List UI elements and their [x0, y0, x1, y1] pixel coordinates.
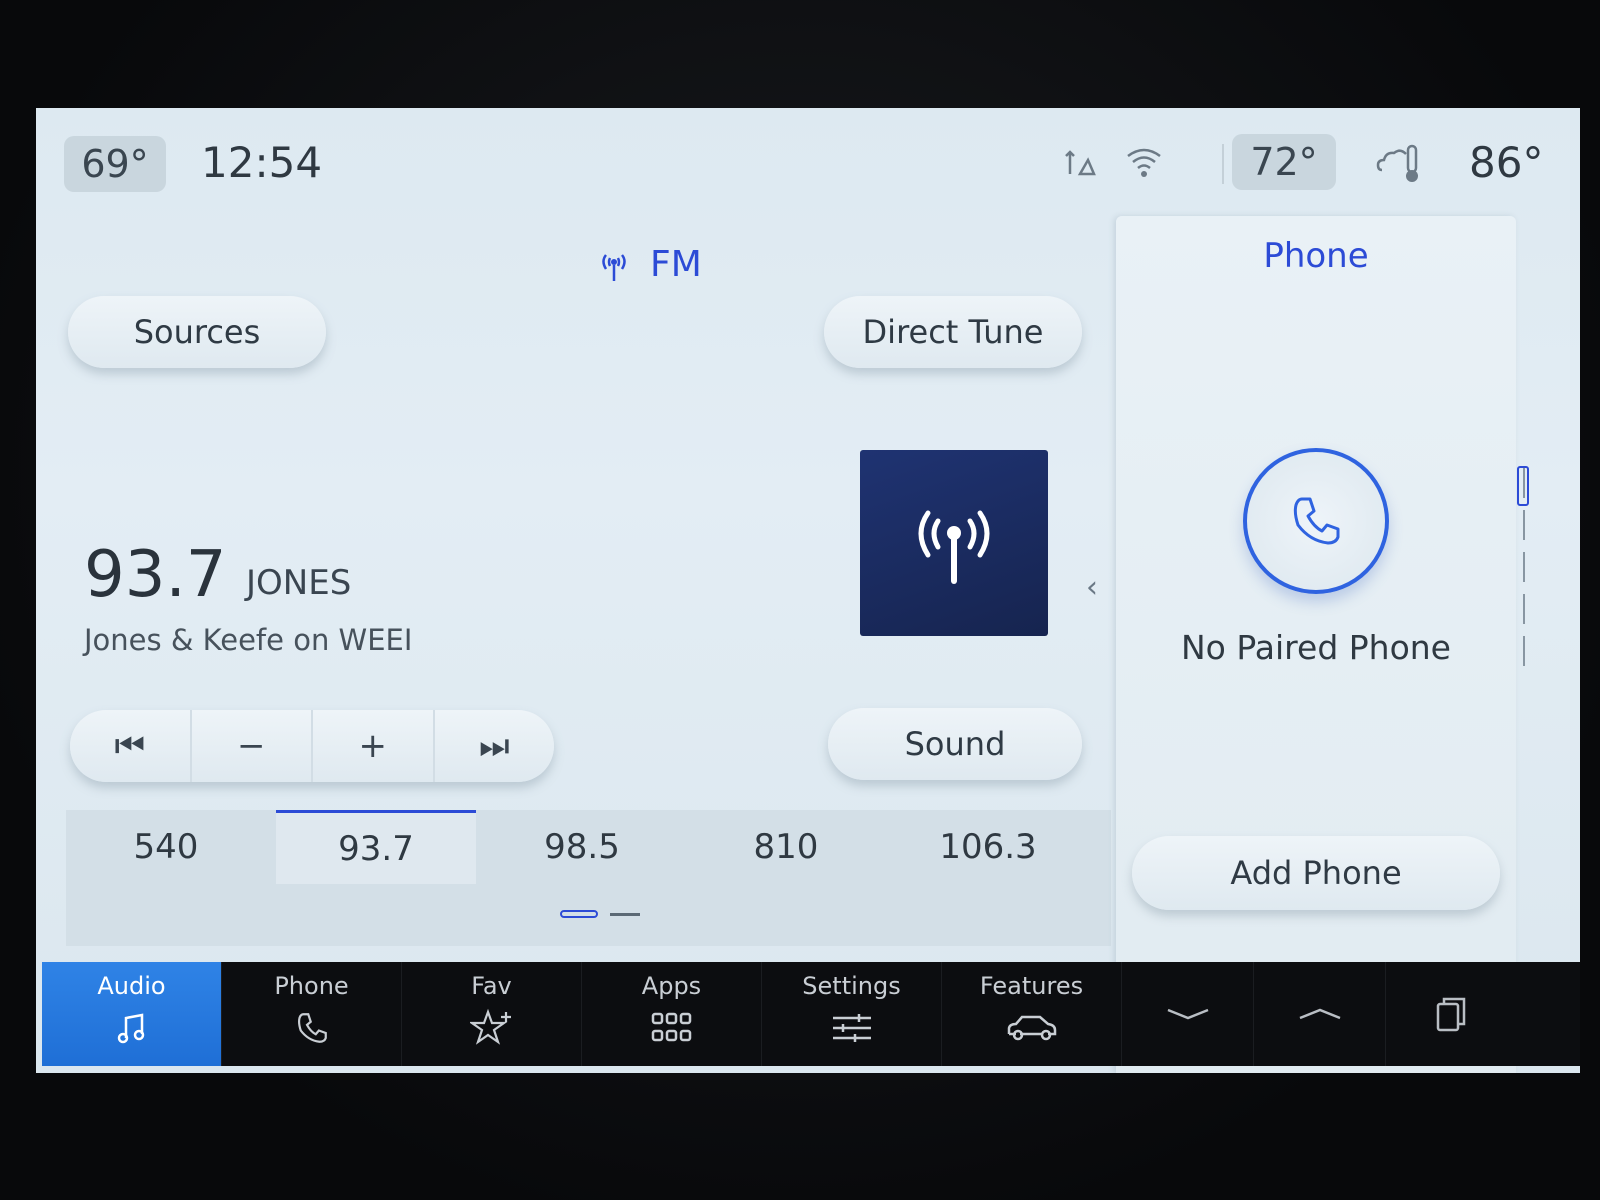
expand-panel-chevron-icon[interactable]: ‹	[1086, 570, 1098, 605]
grid-icon	[651, 1008, 693, 1048]
plus-icon: +	[358, 726, 388, 766]
preset-page-indicator[interactable]	[560, 910, 640, 918]
nav-phone[interactable]: Phone	[222, 962, 402, 1066]
phone-card-title[interactable]: Phone	[1116, 236, 1516, 276]
preset-label: 93.7	[338, 828, 414, 869]
set-temp-value: 72°	[1250, 140, 1318, 184]
nav-fav[interactable]: Fav	[402, 962, 582, 1066]
page-dot-active	[560, 910, 598, 918]
transport-controls: ⏮ − + ⏭	[70, 710, 554, 782]
phone-icon	[292, 1008, 332, 1048]
bottom-nav: Audio Phone Fav Apps Settings Features	[42, 962, 1580, 1066]
sliders-icon	[831, 1008, 873, 1048]
navigation-sync-icon	[1062, 144, 1098, 188]
infotainment-screen: 69° 12:54 72° 86° FM Sources Direct Tune…	[36, 108, 1580, 1073]
chevron-up-icon	[1299, 1008, 1340, 1020]
preset-button[interactable]: 540	[66, 810, 266, 884]
cabin-temp-value: 69°	[81, 142, 149, 186]
sources-label: Sources	[133, 313, 261, 351]
star-plus-icon	[469, 1008, 514, 1048]
preset-label: 98.5	[544, 827, 620, 867]
tune-down-button[interactable]: −	[192, 710, 313, 782]
tune-up-button[interactable]: +	[313, 710, 435, 782]
car-icon	[1006, 1008, 1058, 1048]
screen-layout-button[interactable]	[1386, 962, 1518, 1066]
seek-forward-button[interactable]: ⏭	[435, 710, 555, 782]
nav-label: Features	[979, 972, 1084, 1000]
station-artwork	[860, 450, 1048, 636]
seek-back-icon: ⏮	[114, 726, 146, 766]
nav-features[interactable]: Features	[942, 962, 1122, 1066]
climate-set-temp-button[interactable]: 72°	[1232, 134, 1336, 190]
music-note-icon	[114, 1008, 150, 1048]
expand-up-button[interactable]	[1254, 962, 1386, 1066]
nav-label: Apps	[641, 972, 702, 1000]
nav-label: Phone	[274, 972, 349, 1000]
station-callsign: JONES	[246, 563, 352, 603]
preset-label: 106.3	[939, 827, 1037, 867]
current-frequency: 93.7	[84, 538, 227, 612]
weather-thermometer-icon	[1376, 140, 1424, 192]
antenna-icon	[602, 253, 626, 281]
preset-button-active[interactable]: 93.7	[276, 810, 476, 884]
preset-bar: 540 93.7 98.5 810 106.3	[66, 810, 1111, 946]
nav-label: Settings	[802, 972, 901, 1000]
direct-tune-label: Direct Tune	[862, 313, 1044, 351]
no-paired-phone-text: No Paired Phone	[1181, 628, 1451, 667]
radio-tower-icon	[918, 510, 990, 584]
nav-label: Fav	[471, 972, 512, 1000]
add-phone-button[interactable]: Add Phone	[1132, 836, 1500, 910]
outside-temp: 86°	[1469, 138, 1544, 187]
add-phone-label: Add Phone	[1230, 854, 1402, 892]
seek-forward-icon: ⏭	[478, 726, 510, 766]
sound-label: Sound	[904, 725, 1006, 763]
phone-card: Phone No Paired Phone Add Phone	[1116, 216, 1516, 1073]
phone-icon	[1293, 497, 1340, 545]
collapse-down-button[interactable]	[1122, 962, 1254, 1066]
nav-apps[interactable]: Apps	[582, 962, 762, 1066]
minus-icon: −	[237, 726, 266, 766]
card-scroll-thumb[interactable]	[1517, 466, 1529, 506]
preset-label: 810	[753, 827, 819, 867]
clock: 12:54	[201, 138, 323, 187]
nav-label: Audio	[97, 972, 166, 1000]
preset-label: 540	[133, 827, 199, 867]
band-label: FM	[650, 244, 702, 285]
sources-button[interactable]: Sources	[68, 296, 326, 368]
sound-button[interactable]: Sound	[828, 708, 1082, 780]
page-dot	[610, 912, 640, 916]
band-indicator: FM	[596, 244, 702, 285]
seek-back-button[interactable]: ⏮	[70, 710, 192, 782]
nav-audio[interactable]: Audio	[42, 962, 222, 1066]
stacked-cards-icon	[1436, 997, 1466, 1032]
phone-call-button[interactable]	[1243, 448, 1389, 594]
preset-button[interactable]: 106.3	[888, 810, 1088, 884]
radio-text: Jones & Keefe on WEEI	[84, 623, 413, 657]
direct-tune-button[interactable]: Direct Tune	[824, 296, 1082, 368]
status-divider	[1222, 144, 1224, 184]
cabin-temp-button[interactable]: 69°	[64, 136, 166, 192]
preset-button[interactable]: 810	[686, 810, 886, 884]
nav-settings[interactable]: Settings	[762, 962, 942, 1066]
preset-button[interactable]: 98.5	[482, 810, 682, 884]
status-bar: 69° 12:54 72° 86°	[36, 108, 1580, 220]
chevron-down-icon	[1167, 1008, 1208, 1020]
wifi-icon	[1124, 144, 1164, 188]
